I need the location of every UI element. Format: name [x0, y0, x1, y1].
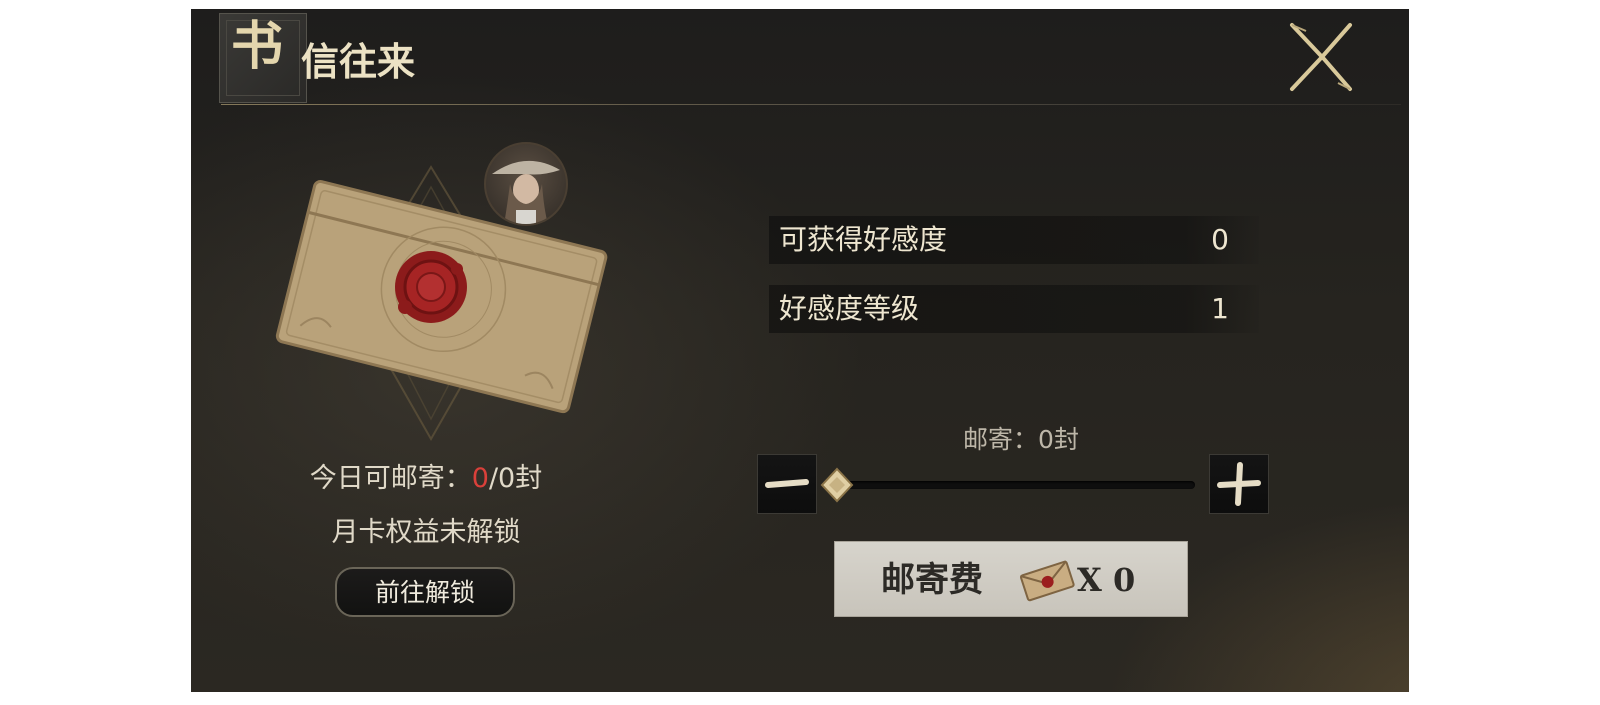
daily-send-limit: 今日可邮寄：0/0封	[191, 461, 661, 497]
daily-send-total: /0封	[488, 463, 543, 494]
postage-label: 邮寄费	[881, 560, 983, 600]
obtainable-favor-row: 可获得好感度 0	[769, 216, 1259, 264]
favor-level-value: 1	[1211, 292, 1229, 325]
obtainable-favor-value: 0	[1211, 223, 1229, 256]
plus-icon	[1217, 462, 1261, 506]
character-avatar	[484, 142, 568, 226]
favor-level-row: 好感度等级 1	[769, 285, 1259, 333]
dialog-title: 信往来	[301, 39, 416, 84]
close-button[interactable]	[1286, 21, 1356, 93]
header-divider	[221, 104, 1401, 105]
send-count-text: 邮寄：0封	[963, 425, 1079, 454]
favor-level-label: 好感度等级	[779, 292, 920, 325]
obtainable-favor-label: 可获得好感度	[779, 223, 948, 256]
send-amount-slider[interactable]	[829, 481, 1195, 489]
daily-send-used: 0	[471, 463, 489, 494]
monthly-card-status: 月卡权益未解锁	[331, 517, 521, 548]
increase-button[interactable]	[1209, 454, 1269, 514]
daily-send-label: 今日可邮寄：	[309, 463, 472, 494]
minus-icon	[765, 479, 809, 488]
slider-handle[interactable]	[819, 467, 855, 503]
slider-diamond-icon	[820, 467, 854, 503]
go-unlock-button[interactable]: 前往解锁	[335, 567, 515, 617]
postage-letter-icon	[1019, 560, 1075, 602]
decrease-button[interactable]	[757, 454, 817, 514]
close-icon	[1290, 23, 1352, 91]
wax-seal-icon	[395, 251, 467, 323]
title-first-char: 书	[231, 16, 284, 77]
send-postage-button[interactable]: 邮寄费 X 0	[834, 541, 1188, 617]
letter-exchange-dialog: 书 信往来 今日可邮寄：0/0封 月卡权益未解锁 前往解锁 可获得好感度 0 好…	[191, 9, 1409, 692]
dialog-header: 书 信往来	[191, 9, 1409, 109]
postage-count: X 0	[1077, 561, 1136, 599]
